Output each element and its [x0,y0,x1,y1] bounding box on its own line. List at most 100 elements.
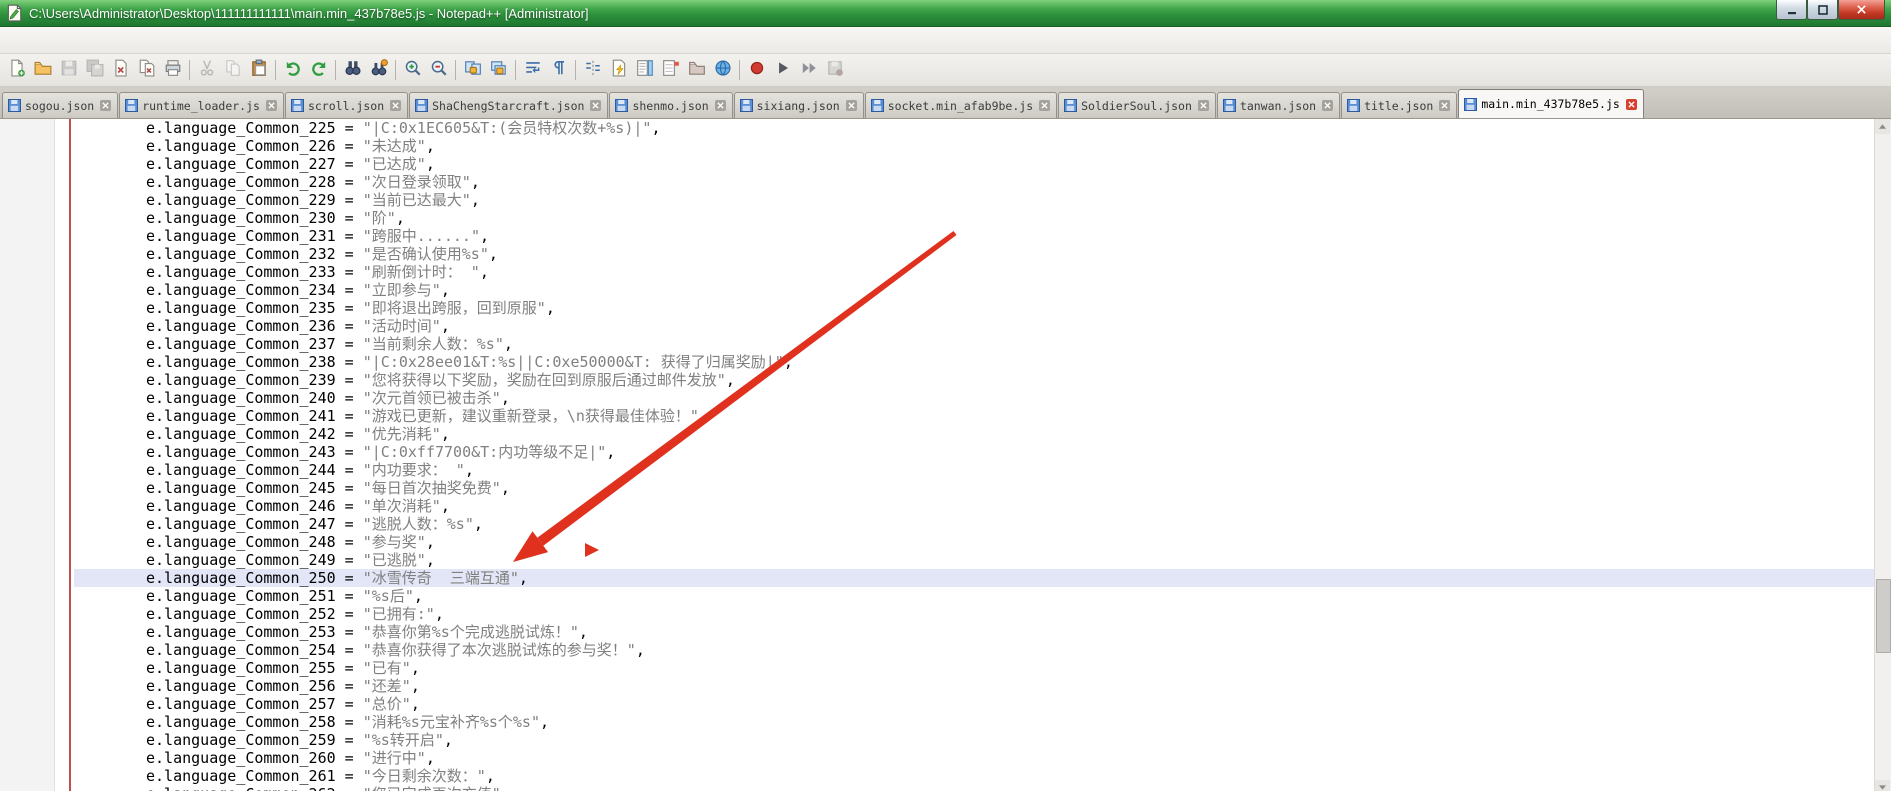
code-line[interactable]: e.language_Common_230 = "阶", [74,209,1874,227]
code-line[interactable]: e.language_Common_239 = "您将获得以下奖励，奖励在回到原… [74,371,1874,389]
code-line[interactable]: e.language_Common_255 = "已有", [74,659,1874,677]
document-tab[interactable]: SoldierSoul.json [1058,92,1216,118]
scrollbar-thumb[interactable] [1876,579,1891,653]
paste-button[interactable] [246,57,272,83]
code-line[interactable]: e.language_Common_261 = "今日剩余次数：", [74,767,1874,785]
minimize-button[interactable] [1776,0,1807,20]
code-line[interactable]: e.language_Common_234 = "立即参与", [74,281,1874,299]
code-line[interactable]: e.language_Common_225 = "|C:0x1EC605&T:(… [74,119,1874,137]
code-line[interactable]: e.language_Common_253 = "恭喜你第%s个完成逃脱试炼！"… [74,623,1874,641]
tab-close-icon[interactable] [1439,100,1450,111]
sync-horizontal-scroll-button[interactable] [486,57,512,83]
document-tab[interactable]: ShaChengStarcraft.json [409,92,608,118]
code-line[interactable]: e.language_Common_256 = "还差", [74,677,1874,695]
code-line[interactable]: e.language_Common_228 = "次日登录领取", [74,173,1874,191]
tab-close-icon[interactable] [100,100,111,111]
function-list-button[interactable] [606,57,632,83]
new-file-button[interactable] [4,57,30,83]
close-button[interactable] [1838,0,1885,20]
view-in-browser-button[interactable] [710,57,736,83]
code-line[interactable]: e.language_Common_248 = "参与奖", [74,533,1874,551]
copy-button[interactable] [220,57,246,83]
code-line[interactable]: e.language_Common_243 = "|C:0xff7700&T:内… [74,443,1874,461]
code-line[interactable]: e.language_Common_247 = "逃脱人数：%s", [74,515,1874,533]
playback-macro-button[interactable] [770,57,796,83]
line-number-gutter[interactable] [0,119,55,791]
code-line[interactable]: e.language_Common_236 = "活动时间", [74,317,1874,335]
editor-surface[interactable]: e.language_Common_225 = "|C:0x1EC605&T:(… [74,119,1874,791]
code-line[interactable]: e.language_Common_244 = "内功要求： ", [74,461,1874,479]
find-button[interactable] [340,57,366,83]
code-line[interactable]: e.language_Common_245 = "每日首次抽奖免费", [74,479,1874,497]
code-line[interactable]: e.language_Common_251 = "%s后", [74,587,1874,605]
document-tab[interactable]: scroll.json [285,92,408,118]
close-file-button[interactable] [108,57,134,83]
code-line[interactable]: e.language_Common_229 = "当前已达最大", [74,191,1874,209]
document-tab[interactable]: runtime_loader.js [119,92,284,118]
code-line[interactable]: e.language_Common_226 = "未达成", [74,137,1874,155]
folder-as-workspace-button[interactable] [684,57,710,83]
document-tab[interactable]: sogou.json [2,92,118,118]
code-line[interactable]: e.language_Common_231 = "跨服中......", [74,227,1874,245]
code-line[interactable]: e.language_Common_250 = "冰雪传奇 三端互通", [74,569,1874,587]
scroll-up-icon[interactable] [1875,119,1890,134]
document-tab[interactable]: shenmo.json [609,92,732,118]
maximize-button[interactable] [1807,0,1838,20]
redo-button[interactable] [306,57,332,83]
document-tab[interactable]: title.json [1341,92,1457,118]
document-list-button[interactable] [658,57,684,83]
save-button[interactable] [56,57,82,83]
code-line[interactable]: e.language_Common_238 = "|C:0x28ee01&T:%… [74,353,1874,371]
tab-close-icon[interactable] [1198,100,1209,111]
word-wrap-button[interactable] [520,57,546,83]
print-button[interactable] [160,57,186,83]
code-line[interactable]: e.language_Common_260 = "进行中", [74,749,1874,767]
code-line[interactable]: e.language_Common_241 = "游戏已更新，建议重新登录，\n… [74,407,1874,425]
code-line[interactable]: e.language_Common_258 = "消耗%s元宝补齐%s个%s", [74,713,1874,731]
indent-guide-button[interactable] [580,57,606,83]
code-line[interactable]: e.language_Common_242 = "优先消耗", [74,425,1874,443]
vertical-scrollbar[interactable] [1874,119,1891,791]
zoom-in-button[interactable] [400,57,426,83]
tab-close-icon[interactable] [1039,100,1050,111]
open-file-button[interactable] [30,57,56,83]
sync-vertical-scroll-button[interactable] [460,57,486,83]
code-line[interactable]: e.language_Common_259 = "%s转开启", [74,731,1874,749]
code-line[interactable]: e.language_Common_257 = "总价", [74,695,1874,713]
code-line[interactable]: e.language_Common_233 = "刷新倒计时： ", [74,263,1874,281]
code-line[interactable]: e.language_Common_237 = "当前剩余人数：%s", [74,335,1874,353]
save-all-button[interactable] [82,57,108,83]
code-line[interactable]: e.language_Common_240 = "次元首领已被击杀", [74,389,1874,407]
show-all-characters-button[interactable] [546,57,572,83]
scroll-down-icon[interactable] [1875,780,1890,791]
save-macro-button[interactable] [822,57,848,83]
document-tab[interactable]: tanwan.json [1217,92,1340,118]
cut-button[interactable] [194,57,220,83]
tab-close-icon[interactable] [1322,100,1333,111]
tab-close-icon[interactable] [846,100,857,111]
undo-button[interactable] [280,57,306,83]
code-line[interactable]: e.language_Common_249 = "已逃脱", [74,551,1874,569]
code-line[interactable]: e.language_Common_262 = "您已完成再次充值" [74,785,1874,791]
zoom-out-button[interactable] [426,57,452,83]
code-line[interactable]: e.language_Common_227 = "已达成", [74,155,1874,173]
document-tab[interactable]: sixiang.json [734,92,864,118]
document-tab[interactable]: main.min_437b78e5.js [1458,89,1643,118]
replace-button[interactable] [366,57,392,83]
code-line[interactable]: e.language_Common_232 = "是否确认使用%s", [74,245,1874,263]
document-map-button[interactable] [632,57,658,83]
run-macro-multiple-button[interactable] [796,57,822,83]
tab-close-icon[interactable] [390,100,401,111]
tab-close-icon[interactable] [266,100,277,111]
fold-margin[interactable] [55,119,74,791]
tab-close-icon[interactable] [715,100,726,111]
tab-close-icon[interactable] [1626,99,1637,110]
code-line[interactable]: e.language_Common_254 = "恭喜你获得了本次逃脱试炼的参与… [74,641,1874,659]
record-macro-button[interactable] [744,57,770,83]
code-line[interactable]: e.language_Common_252 = "已拥有:", [74,605,1874,623]
code-line[interactable]: e.language_Common_235 = "即将退出跨服，回到原服", [74,299,1874,317]
close-all-button[interactable] [134,57,160,83]
document-tab[interactable]: socket.min_afab9be.js [865,92,1057,118]
tab-close-icon[interactable] [590,100,601,111]
code-line[interactable]: e.language_Common_246 = "单次消耗", [74,497,1874,515]
